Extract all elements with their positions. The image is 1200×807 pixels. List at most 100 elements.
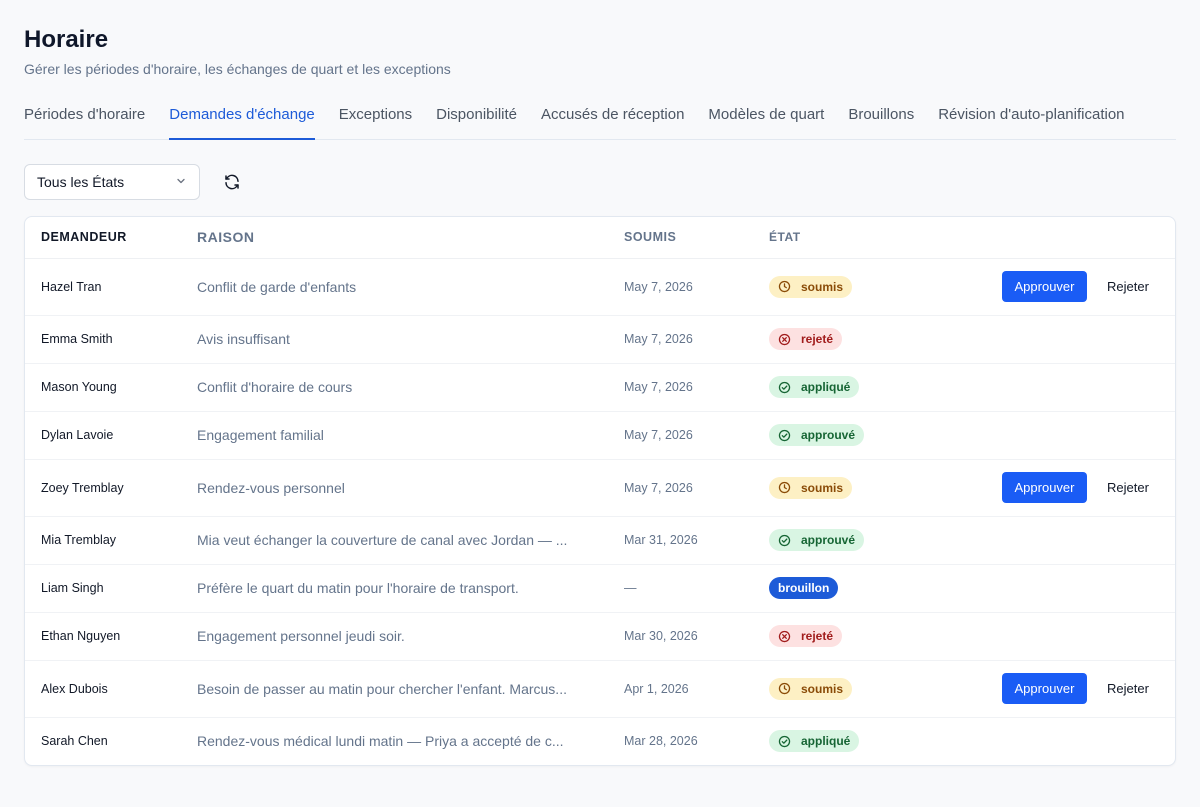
tab-demandes-echange[interactable]: Demandes d'échange [169,103,315,140]
status-badge: soumis [769,677,853,700]
row-actions: Approuver Rejeter [1002,271,1175,302]
reason-cell: Besoin de passer au matin pour chercher … [197,660,624,718]
actions-cell [1002,717,1175,765]
tab-disponibilite[interactable]: Disponibilité [436,103,517,140]
status-badge: approuvé [769,424,865,446]
actions-cell [1002,564,1175,613]
status-badge-label: soumis [801,480,844,495]
submitted-cell: May 7, 2026 [624,315,769,364]
status-badge: rejeté [769,328,843,350]
state-cell: rejeté [769,612,1002,661]
submitted-cell: Mar 31, 2026 [624,516,769,565]
table-row: Liam Singh Préfère le quart du matin pou… [25,564,1175,613]
column-header-requester: DEMANDEUR [25,217,197,259]
tab-exceptions[interactable]: Exceptions [339,103,412,140]
submitted-cell: May 7, 2026 [624,363,769,412]
reason-text: Engagement familial [197,427,324,443]
state-cell: soumis [769,459,1002,517]
submitted-cell: — [624,564,769,613]
check-circle-icon [778,429,796,442]
chevron-down-icon [175,174,187,190]
submitted-cell: Apr 1, 2026 [624,660,769,718]
state-filter-select[interactable]: Tous les États [24,164,200,200]
check-circle-icon [778,735,796,748]
table-header-row: DEMANDEUR RAISON SOUMIS ÉTAT [25,217,1175,259]
clock-icon [778,481,796,494]
submitted-cell: Mar 30, 2026 [624,612,769,661]
table-row: Emma Smith Avis insuffisant May 7, 2026 … [25,315,1175,364]
page-subtitle: Gérer les périodes d'horaire, les échang… [24,61,451,77]
reason-text: Mia veut échanger la couverture de canal… [197,532,568,548]
requester-cell: Zoey Tremblay [25,459,197,517]
clock-icon [778,280,796,293]
tab-brouillons[interactable]: Brouillons [848,103,914,140]
actions-cell [1002,516,1175,565]
requester-cell: Mia Tremblay [25,516,197,565]
status-badge: brouillon [769,577,839,599]
state-cell: brouillon [769,564,1002,613]
state-cell: soumis [769,258,1002,316]
approve-button[interactable]: Approuver [1002,271,1087,302]
page: Horaire Gérer les périodes d'horaire, le… [0,0,1200,766]
refresh-icon [225,174,239,190]
status-badge-label: approuvé [801,428,856,442]
reason-cell: Rendez-vous personnel [197,459,624,517]
tab-modeles[interactable]: Modèles de quart [708,103,824,140]
reason-text: Conflit d'horaire de cours [197,379,353,395]
state-cell: approuvé [769,411,1002,460]
swap-requests-table: DEMANDEUR RAISON SOUMIS ÉTAT Hazel Tran … [24,216,1176,766]
table-body: Hazel Tran Conflit de garde d'enfants Ma… [25,258,1175,765]
status-badge: soumis [769,275,853,298]
actions-cell [1002,363,1175,412]
reject-button[interactable]: Rejeter [1099,472,1157,503]
reason-text: Rendez-vous médical lundi matin — Priya … [197,733,564,750]
requester-cell: Sarah Chen [41,734,108,749]
table-row: Ethan Nguyen Engagement personnel jeudi … [25,612,1175,661]
actions-cell [1002,411,1175,460]
status-badge: appliqué [769,730,860,753]
table-row: Sarah Chen Rendez-vous médical lundi mat… [25,717,1175,765]
reason-text: Préfère le quart du matin pour l'horaire… [197,580,519,596]
tab-accuses[interactable]: Accusés de réception [541,103,684,140]
requester-cell: Dylan Lavoie [25,411,197,460]
status-badge: rejeté [769,625,843,647]
check-circle-icon [778,534,796,547]
tab-bar: Périodes d'horaire Demandes d'échange Ex… [24,103,1176,140]
reject-button[interactable]: Rejeter [1099,673,1157,704]
status-badge-label: appliqué [801,380,851,394]
reason-text: Rendez-vous personnel [197,479,345,496]
x-circle-icon [778,630,796,643]
status-badge-label: soumis [801,279,844,294]
tab-revision[interactable]: Révision d'auto-planification [938,103,1124,140]
status-badge: appliqué [769,376,860,398]
reason-text: Conflit de garde d'enfants [197,278,357,295]
table-row: Hazel Tran Conflit de garde d'enfants Ma… [25,258,1175,316]
column-header-submitted: SOUMIS [624,217,769,259]
approve-button[interactable]: Approuver [1002,472,1087,503]
approve-button[interactable]: Approuver [1002,673,1087,704]
actions-cell: Approuver Rejeter [1002,660,1175,718]
tab-periodes[interactable]: Périodes d'horaire [24,103,145,140]
reason-cell: Mia veut échanger la couverture de canal… [197,516,624,565]
actions-cell [1002,612,1175,661]
submitted-cell: Mar 28, 2026 [624,734,698,749]
reason-text: Engagement personnel jeudi soir. [197,628,405,644]
status-badge: soumis [769,476,853,499]
table-row: Alex Dubois Besoin de passer au matin po… [25,660,1175,718]
column-header-state: ÉTAT [769,217,1002,259]
actions-cell [1002,315,1175,364]
table-row: Mia Tremblay Mia veut échanger la couver… [25,516,1175,565]
state-filter-value: Tous les États [37,174,125,190]
state-cell: approuvé [769,516,1002,565]
status-badge-label: rejeté [801,629,834,643]
column-header-reason: RAISON [197,217,624,259]
reason-cell: Préfère le quart du matin pour l'horaire… [197,564,624,613]
check-circle-icon [778,381,796,394]
status-badge-label: approuvé [801,533,856,547]
submitted-cell: May 7, 2026 [624,459,769,517]
row-actions: Approuver Rejeter [1002,673,1175,704]
reason-text: Besoin de passer au matin pour chercher … [197,680,567,697]
refresh-button[interactable] [220,170,244,194]
submitted-cell: May 7, 2026 [624,258,769,316]
reject-button[interactable]: Rejeter [1099,271,1157,302]
